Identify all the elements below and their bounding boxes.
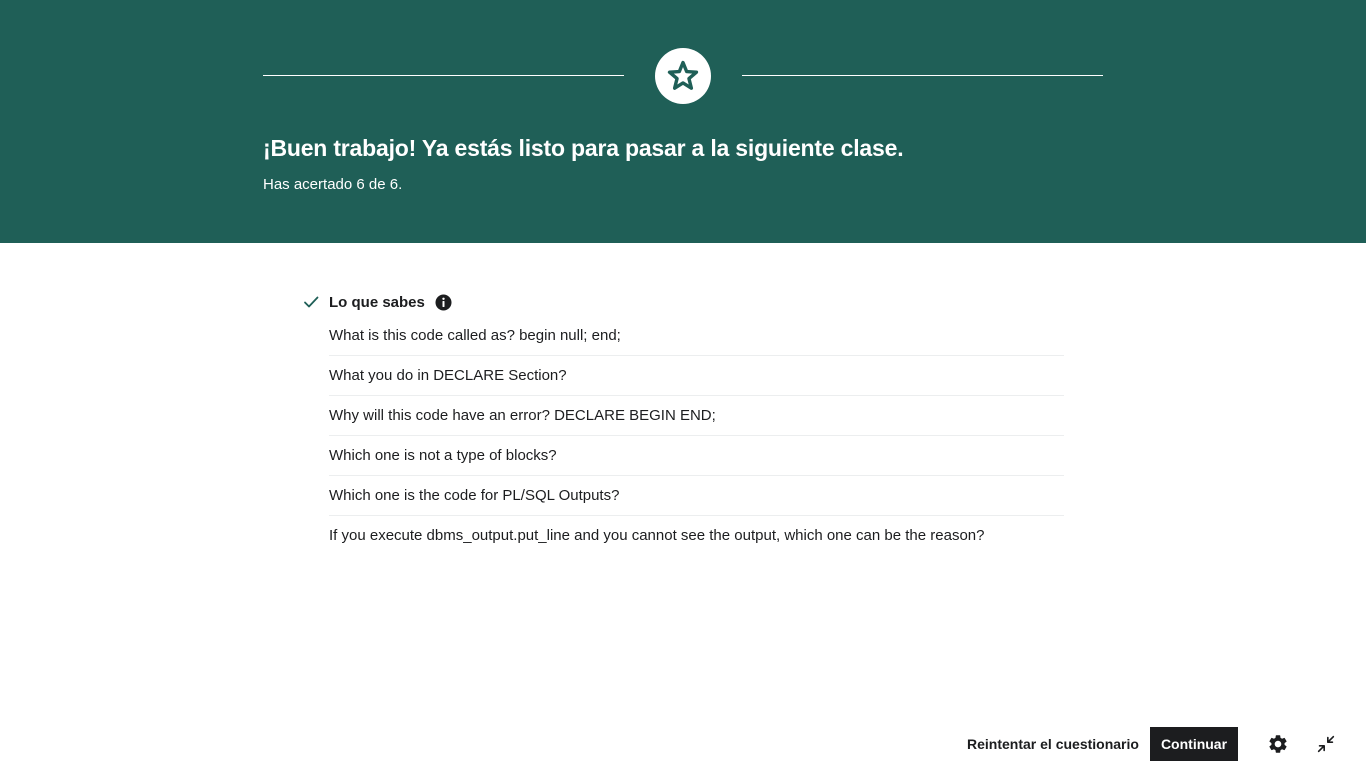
gear-icon[interactable] [1266, 732, 1290, 756]
exit-fullscreen-icon[interactable] [1314, 732, 1338, 756]
section-title: Lo que sabes [329, 293, 425, 311]
continue-button[interactable]: Continuar [1150, 727, 1238, 761]
info-icon[interactable] [435, 294, 452, 311]
question-item: What you do in DECLARE Section? [329, 356, 1064, 396]
result-banner: ¡Buen trabajo! Ya estás listo para pasar… [0, 0, 1366, 243]
divider-right [742, 75, 1103, 76]
section-header: Lo que sabes [300, 288, 1064, 316]
question-item: Which one is the code for PL/SQL Outputs… [329, 476, 1064, 516]
question-item: Which one is not a type of blocks? [329, 436, 1064, 476]
question-list: What is this code called as? begin null;… [300, 316, 1064, 555]
footer-bar: Reintentar el cuestionario Continuar [0, 727, 1366, 761]
check-icon [302, 293, 320, 311]
question-item: If you execute dbms_output.put_line and … [329, 527, 985, 544]
score-text: Has acertado 6 de 6. [263, 176, 403, 193]
star-badge [655, 48, 711, 104]
what-you-know-section: Lo que sabes What is this code called as… [300, 288, 1064, 555]
retry-quiz-button[interactable]: Reintentar el cuestionario [958, 727, 1148, 761]
star-icon [666, 59, 700, 93]
result-headline: ¡Buen trabajo! Ya estás listo para pasar… [263, 135, 904, 161]
divider-left [263, 75, 624, 76]
question-item: Why will this code have an error? DECLAR… [329, 396, 1064, 436]
question-item: What is this code called as? begin null;… [329, 316, 1064, 356]
